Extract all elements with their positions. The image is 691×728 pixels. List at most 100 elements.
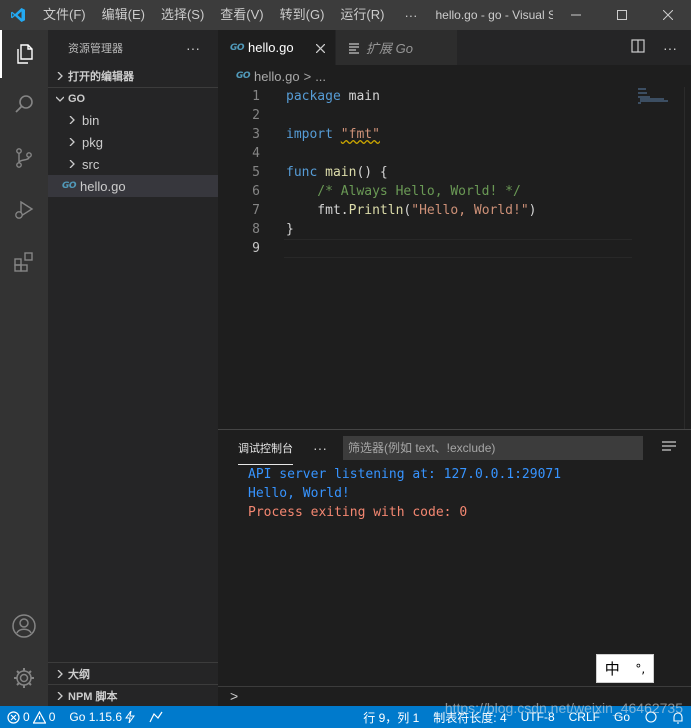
line-number: 9	[252, 241, 260, 256]
tab-size-status[interactable]: 制表符长度: 4	[426, 709, 513, 726]
problems-status[interactable]: 0 0	[0, 710, 62, 724]
console-line: Hello, World!	[248, 486, 350, 501]
code-token: main	[340, 89, 380, 104]
code-line: 3 import "fmt"	[218, 125, 678, 144]
menu-selection[interactable]: 选择(S)	[153, 0, 212, 30]
npm-scripts-label: NPM 脚本	[68, 691, 118, 703]
manage-activity-button[interactable]	[0, 654, 48, 702]
chevron-right-icon	[52, 670, 68, 678]
menu-edit[interactable]: 编辑(E)	[94, 0, 153, 30]
ime-mode[interactable]: 中	[605, 658, 620, 679]
tree-folder-src[interactable]: src	[48, 153, 218, 175]
encoding-status[interactable]: UTF-8	[514, 710, 562, 724]
open-editors-label: 打开的编辑器	[68, 71, 134, 83]
tab-label: hello.go	[248, 40, 294, 55]
outline-label: 大纲	[68, 669, 90, 681]
extensions-activity-button[interactable]	[0, 238, 48, 286]
go-version-status[interactable]: Go 1.15.6	[62, 710, 142, 724]
explorer-activity-button[interactable]	[0, 30, 48, 78]
maximize-icon	[617, 10, 627, 20]
menu-go[interactable]: 转到(G)	[272, 0, 333, 30]
code-token: )	[528, 203, 537, 218]
menu-run[interactable]: 运行(R)	[332, 0, 392, 30]
chevron-right-icon	[64, 138, 80, 146]
close-window-button[interactable]	[645, 0, 691, 30]
outline-section[interactable]: 大纲	[48, 662, 218, 685]
eol-status[interactable]: CRLF	[562, 710, 607, 724]
lightning-icon	[125, 711, 136, 723]
close-icon	[663, 10, 673, 20]
feedback-button[interactable]	[637, 711, 665, 723]
tree-file-hello-go[interactable]: GO hello.go	[48, 175, 218, 197]
minimize-button[interactable]	[553, 0, 599, 30]
folder-section-go[interactable]: GO	[48, 87, 218, 109]
folder-label: GO	[68, 92, 86, 105]
settings-gear-icon	[14, 668, 34, 688]
warning-count: 0	[48, 710, 56, 724]
editor-scrollbar[interactable]	[684, 87, 691, 429]
menu-more-button[interactable]: ···	[392, 8, 429, 23]
explorer-title: 资源管理器	[68, 42, 123, 55]
code-token: }	[286, 222, 294, 237]
more-actions-button[interactable]: ···	[663, 40, 677, 56]
tree-item-label: pkg	[82, 134, 103, 150]
debug-console-panel: 调试控制台 ··· 筛选器(例如 text、!exclude) API serv…	[218, 429, 691, 686]
ime-punct[interactable]: °,	[635, 662, 645, 676]
npm-scripts-section[interactable]: NPM 脚本	[48, 684, 218, 707]
maximize-button[interactable]	[599, 0, 645, 30]
run-debug-activity-button[interactable]	[0, 186, 48, 234]
tab-extension-go[interactable]: 扩展 Go	[336, 30, 458, 65]
repl-input[interactable]: >	[218, 686, 691, 706]
code-token: func	[286, 165, 318, 180]
code-line: 6 /* Always Hello, World! */	[218, 182, 678, 201]
breadcrumb: GO hello.go > ...	[218, 65, 691, 87]
code-line: 9	[218, 239, 678, 258]
console-line: API server listening at: 127.0.0.1:29071	[248, 467, 562, 482]
breadcrumb-more[interactable]: ...	[315, 69, 326, 84]
tree-folder-pkg[interactable]: pkg	[48, 131, 218, 153]
cursor-position-status[interactable]: 行 9，列 1	[356, 709, 426, 726]
activity-bar	[0, 30, 48, 706]
console-output: API server listening at: 127.0.0.1:29071…	[218, 465, 691, 522]
source-control-activity-button[interactable]	[0, 134, 48, 182]
ime-toolbar[interactable]: 中 °,	[596, 654, 654, 683]
tab-hello-go[interactable]: GO hello.go	[218, 30, 336, 65]
error-icon	[7, 710, 20, 724]
search-icon	[15, 95, 33, 113]
open-editors-section[interactable]: 打开的编辑器	[48, 65, 218, 87]
code-token: "fmt"	[340, 127, 380, 142]
close-tab-button[interactable]	[315, 40, 326, 56]
line-number: 5	[252, 165, 260, 180]
split-editor-button[interactable]	[631, 39, 645, 56]
window-title: hello.go - go - Visual St...	[435, 8, 553, 22]
breadcrumb-file[interactable]: hello.go	[254, 69, 300, 84]
minimize-icon	[571, 14, 581, 16]
error-count: 0	[23, 710, 30, 724]
feedback-icon	[645, 711, 657, 723]
code-token: package	[286, 89, 341, 104]
code-line: 5 func main() {	[218, 163, 678, 182]
notifications-button[interactable]	[665, 711, 691, 724]
explorer-more-button[interactable]: ···	[186, 40, 200, 56]
panel-more-button[interactable]: ···	[313, 440, 327, 456]
tab-debug-console[interactable]: 调试控制台	[238, 430, 293, 465]
share-icon	[149, 711, 163, 723]
language-mode-status[interactable]: Go	[607, 710, 637, 724]
code-token: fmt.	[286, 203, 349, 218]
line-number: 3	[252, 127, 260, 142]
code-token: Println	[348, 203, 404, 218]
search-activity-button[interactable]	[0, 80, 48, 128]
repl-prompt-icon: >	[230, 688, 239, 704]
panel-header: 调试控制台 ··· 筛选器(例如 text、!exclude)	[218, 430, 691, 465]
live-share-status[interactable]	[142, 711, 170, 723]
tab-label: 扩展 Go	[366, 41, 413, 56]
menu-view[interactable]: 查看(V)	[212, 0, 271, 30]
chevron-right-icon	[52, 692, 68, 700]
code-editor[interactable]: 1 package main 2 3 import "fmt" 4 5 func…	[218, 87, 691, 429]
filter-input[interactable]: 筛选器(例如 text、!exclude)	[343, 435, 643, 460]
clear-console-button[interactable]	[661, 439, 677, 456]
menu-file[interactable]: 文件(F)	[35, 0, 94, 30]
accounts-activity-button[interactable]	[0, 602, 48, 650]
tree-folder-bin[interactable]: bin	[48, 109, 218, 131]
line-number: 2	[252, 108, 260, 123]
